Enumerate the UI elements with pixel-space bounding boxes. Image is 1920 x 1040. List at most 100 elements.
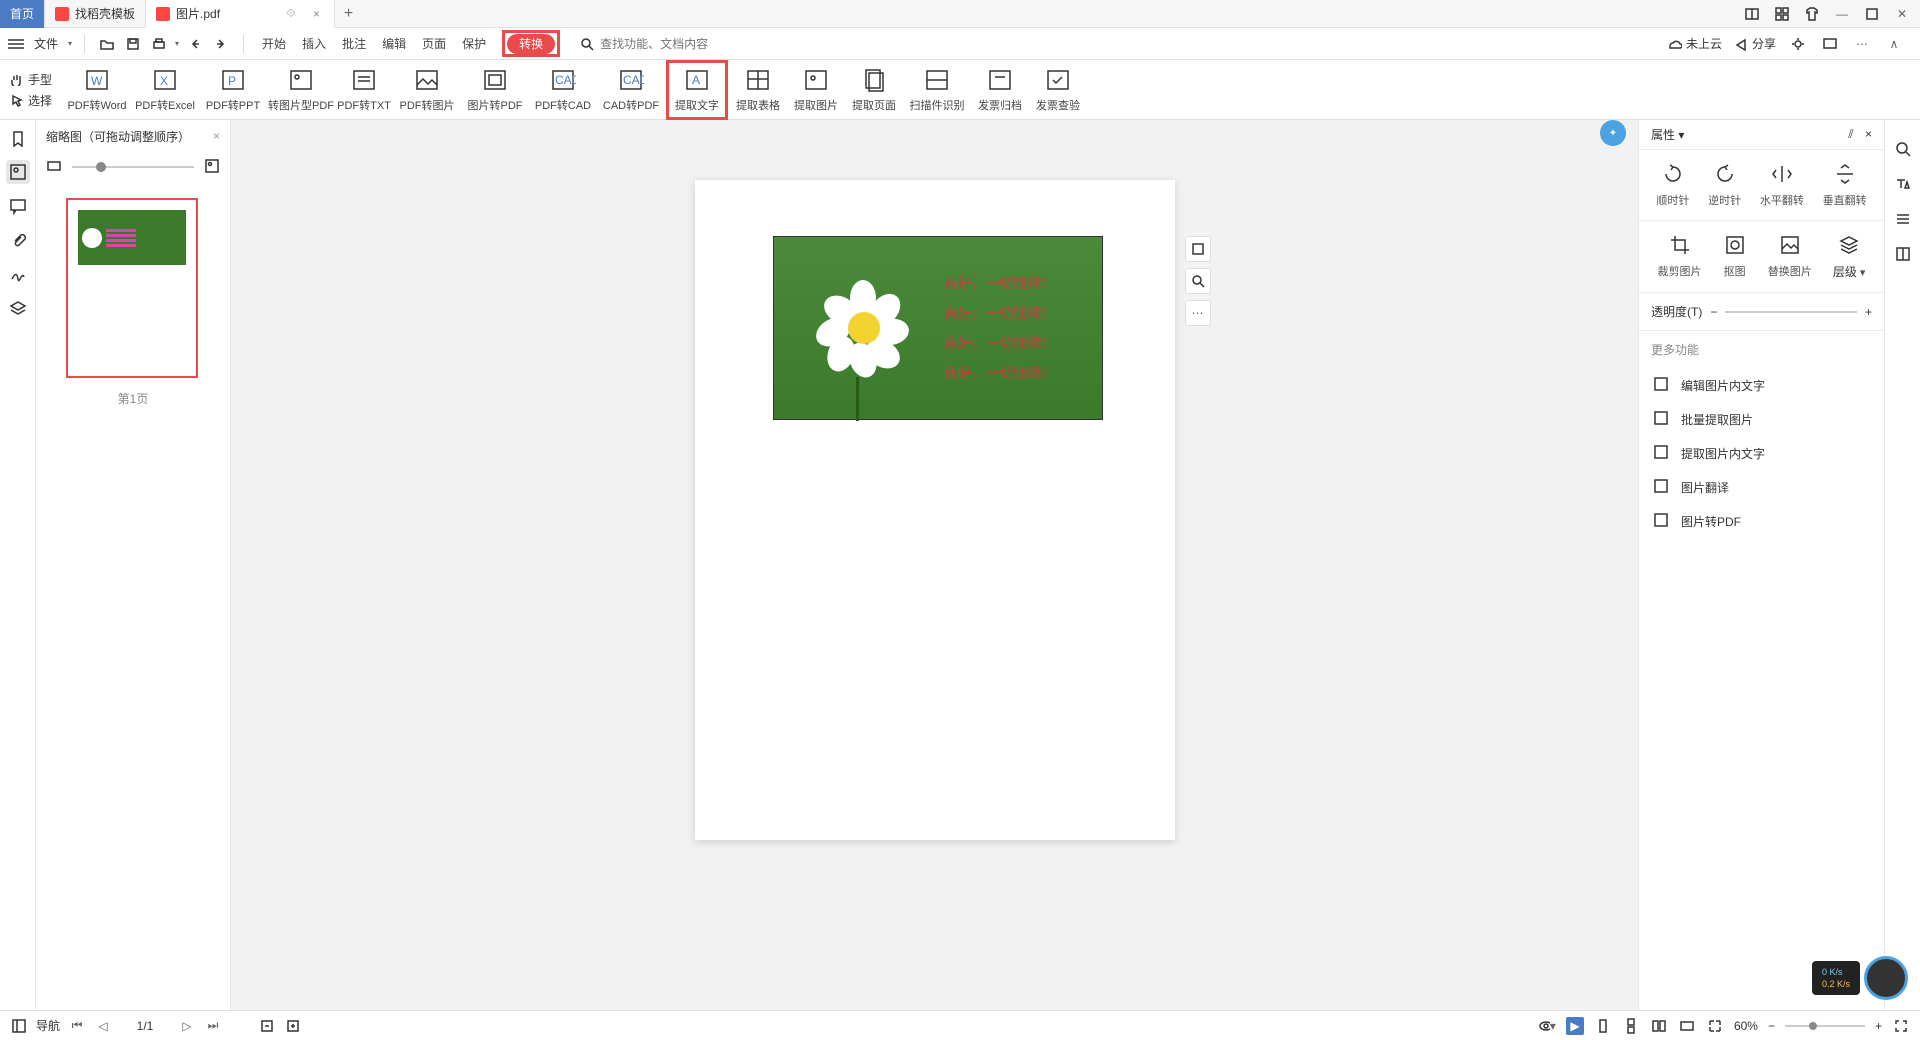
rotate-ccw[interactable]: 逆时针 xyxy=(1708,162,1741,208)
print-icon[interactable] xyxy=(149,34,169,54)
zoom-in-icon[interactable]: + xyxy=(1875,1019,1882,1033)
zoom-in-page-icon[interactable] xyxy=(284,1017,302,1035)
prev-page-icon[interactable]: ◁ xyxy=(94,1017,112,1035)
menu-edit[interactable]: 编辑 xyxy=(382,35,406,52)
pdf-to-ppt[interactable]: PPDF转PPT xyxy=(200,63,266,117)
collapse-icon[interactable] xyxy=(46,158,62,177)
pdf-to-cad[interactable]: CADPDF转CAD xyxy=(530,63,596,117)
invoice-check[interactable]: 发票查验 xyxy=(1030,63,1086,117)
menu-convert[interactable]: 转换 xyxy=(507,34,555,54)
page-input[interactable] xyxy=(120,1019,170,1033)
embedded-image[interactable]: 真好，一切随缘！ 真好，一切随缘！ 真好，一切随缘！ 真好，一切随缘！ xyxy=(773,236,1103,420)
format-icon[interactable] xyxy=(1894,210,1912,231)
sidebar-toggle-icon[interactable] xyxy=(10,1017,28,1035)
translate-rail-icon[interactable] xyxy=(1894,175,1912,196)
collapse-icon[interactable]: ∧ xyxy=(1884,34,1904,54)
menu-insert[interactable]: 插入 xyxy=(302,35,326,52)
thumbnails-icon[interactable] xyxy=(6,160,30,184)
fullscreen-icon[interactable] xyxy=(1892,1017,1910,1035)
layer-order[interactable]: 层级 ▾ xyxy=(1833,233,1866,280)
batch-extract-image[interactable]: 批量提取图片 xyxy=(1639,402,1884,436)
redo-icon[interactable] xyxy=(211,34,231,54)
fit-page-icon[interactable] xyxy=(1185,236,1211,262)
percent-badge[interactable]: 72% xyxy=(1864,956,1908,1000)
page-thumbnail-1[interactable] xyxy=(66,198,198,378)
zoom-icon[interactable] xyxy=(1185,268,1211,294)
bookmark-icon[interactable] xyxy=(6,126,30,150)
select-mode[interactable]: 选择 xyxy=(10,92,52,109)
replace-image[interactable]: 替换图片 xyxy=(1768,233,1812,280)
zoom-out-icon[interactable]: − xyxy=(1768,1019,1775,1033)
rotate-cw[interactable]: 顺时针 xyxy=(1656,162,1689,208)
tab-document[interactable]: 图片.pdf ⟐ × xyxy=(146,0,335,28)
to-image-pdf[interactable]: 转图片型PDF xyxy=(268,63,334,117)
image-to-pdf[interactable]: 图片转PDF xyxy=(462,63,528,117)
hand-mode[interactable]: 手型 xyxy=(10,71,52,88)
extract-image-text[interactable]: 提取图片内文字 xyxy=(1639,436,1884,470)
view-continuous-icon[interactable] xyxy=(1622,1017,1640,1035)
add-tab-button[interactable]: + xyxy=(335,5,363,23)
image-to-pdf-more[interactable]: 图片转PDF xyxy=(1639,504,1884,538)
expand-icon[interactable] xyxy=(204,158,220,177)
menu-page[interactable]: 页面 xyxy=(422,35,446,52)
close-icon[interactable]: × xyxy=(310,7,324,21)
maximize-icon[interactable] xyxy=(1862,4,1882,24)
scan-ocr[interactable]: 扫描件识别 xyxy=(904,63,970,117)
window-close-icon[interactable]: ✕ xyxy=(1892,4,1912,24)
open-icon[interactable] xyxy=(97,34,117,54)
view-single-icon[interactable] xyxy=(1594,1017,1612,1035)
attachment-icon[interactable] xyxy=(6,228,30,252)
edit-image-text[interactable]: 编辑图片内文字 xyxy=(1639,368,1884,402)
canvas-area[interactable]: ✦ 真好，一切随缘！ 真好，一切随缘！ 真好， xyxy=(231,120,1638,1010)
first-page-icon[interactable]: ⏮ xyxy=(68,1017,86,1035)
grid-icon[interactable] xyxy=(1772,4,1792,24)
comment-icon[interactable] xyxy=(6,194,30,218)
file-menu[interactable]: 文件 xyxy=(34,35,58,52)
signature-icon[interactable] xyxy=(6,262,30,286)
nav-label[interactable]: 导航 xyxy=(36,1017,60,1034)
menu-start[interactable]: 开始 xyxy=(262,35,286,52)
chevron-down-icon[interactable]: ▾ xyxy=(175,39,179,48)
close-props-icon[interactable]: × xyxy=(1865,127,1872,141)
undo-icon[interactable] xyxy=(185,34,205,54)
pdf-to-word[interactable]: WPDF转Word xyxy=(64,63,130,117)
search-input[interactable] xyxy=(600,37,780,51)
last-page-icon[interactable]: ⏭ xyxy=(204,1017,222,1035)
view-double-icon[interactable] xyxy=(1650,1017,1668,1035)
translate-image[interactable]: 图片翻译 xyxy=(1639,470,1884,504)
hamburger-icon[interactable] xyxy=(8,39,24,49)
tab-pin-icon[interactable]: ⟐ xyxy=(286,6,295,21)
pin-icon[interactable]: ⫽ xyxy=(1848,127,1853,141)
share-button[interactable]: 分享 xyxy=(1734,35,1776,52)
opacity-slider[interactable] xyxy=(1725,311,1857,313)
menu-protect[interactable]: 保护 xyxy=(462,35,486,52)
speed-indicator[interactable]: 0 K/s 0.2 K/s xyxy=(1812,961,1860,995)
cutout-image[interactable]: 抠图 xyxy=(1723,233,1747,280)
tab-template[interactable]: 找稻壳模板 xyxy=(45,0,146,28)
cad-to-pdf[interactable]: CADCAD转PDF xyxy=(598,63,664,117)
next-page-icon[interactable]: ▷ xyxy=(178,1017,196,1035)
extract-page[interactable]: 提取页面 xyxy=(846,63,902,117)
find-icon[interactable] xyxy=(1894,140,1912,161)
pdf-to-excel[interactable]: XPDF转Excel xyxy=(132,63,198,117)
zoom-out-page-icon[interactable] xyxy=(258,1017,276,1035)
layout-icon[interactable] xyxy=(1742,4,1762,24)
flip-h[interactable]: 水平翻转 xyxy=(1760,162,1804,208)
more-icon[interactable]: ⋯ xyxy=(1852,34,1872,54)
menu-annotate[interactable]: 批注 xyxy=(342,35,366,52)
eye-icon[interactable]: ▾ xyxy=(1538,1017,1556,1035)
gear-icon[interactable] xyxy=(1788,34,1808,54)
feedback-icon[interactable] xyxy=(1820,34,1840,54)
tab-home[interactable]: 首页 xyxy=(0,0,45,28)
pdf-to-image[interactable]: PDF转图片 xyxy=(394,63,460,117)
save-icon[interactable] xyxy=(123,34,143,54)
chevron-down-icon[interactable]: ▾ xyxy=(68,39,72,48)
fit-width-icon[interactable] xyxy=(1678,1017,1696,1035)
extract-text[interactable]: A提取文字 xyxy=(669,63,725,117)
zoom-value[interactable]: 60% xyxy=(1734,1019,1758,1033)
cloud-status[interactable]: 未上云 xyxy=(1666,35,1722,52)
pdf-page[interactable]: 真好，一切随缘！ 真好，一切随缘！ 真好，一切随缘！ 真好，一切随缘！ ⋯ xyxy=(695,180,1175,840)
book-icon[interactable] xyxy=(1894,245,1912,266)
zoom-slider[interactable] xyxy=(72,166,194,168)
flip-v[interactable]: 垂直翻转 xyxy=(1823,162,1867,208)
